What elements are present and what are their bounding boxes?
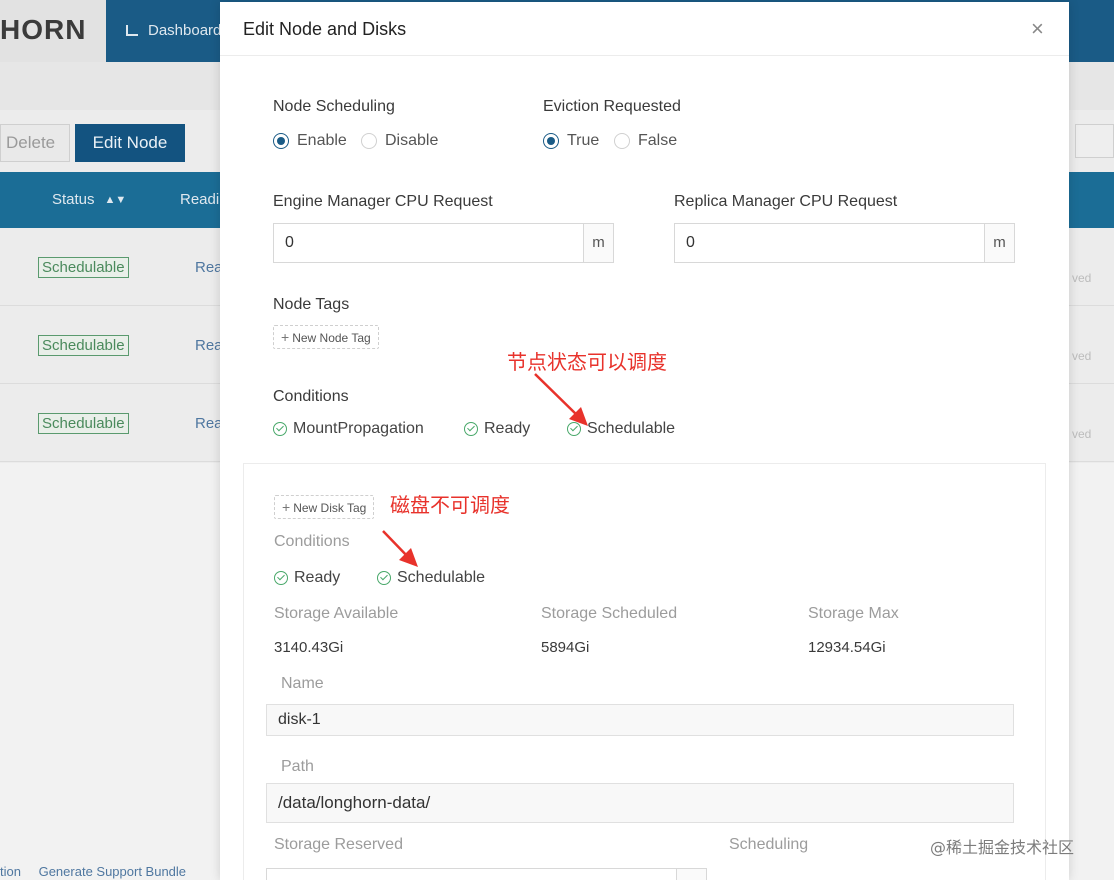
faded-cell: ved bbox=[1072, 349, 1092, 363]
storage-scheduled-label: Storage Scheduled bbox=[541, 605, 678, 622]
sort-icon: ▲▼ bbox=[104, 194, 127, 207]
status-badge: Schedulable bbox=[38, 335, 129, 356]
edit-node-button[interactable]: Edit Node bbox=[75, 124, 185, 162]
condition-schedulable: Schedulable bbox=[567, 420, 675, 438]
nav-item-label: Dashboard bbox=[148, 22, 222, 39]
new-disk-tag-button[interactable]: + New Disk Tag bbox=[274, 495, 375, 519]
radio-checked-icon bbox=[543, 133, 559, 149]
disk-condition-ready: Ready bbox=[274, 569, 340, 587]
check-circle-icon bbox=[567, 422, 581, 436]
footer-links: tion Generate Support Bundle bbox=[0, 864, 186, 879]
radio-unchecked-icon bbox=[614, 133, 630, 149]
storage-reserved-input-group bbox=[266, 868, 707, 880]
close-icon[interactable]: × bbox=[1031, 18, 1044, 40]
storage-available-value: 3140.43Gi bbox=[274, 639, 344, 656]
replica-cpu-unit: m bbox=[984, 223, 1015, 263]
faded-cell: ved bbox=[1072, 271, 1092, 285]
node-tags-label: Node Tags bbox=[273, 296, 350, 313]
generate-support-bundle-link[interactable]: Generate Support Bundle bbox=[39, 864, 186, 879]
nav-item-dashboard[interactable]: Dashboard bbox=[126, 22, 221, 39]
storage-reserved-label: Storage Reserved bbox=[274, 836, 403, 853]
annotation-disk-unschedulable: 磁盘不可调度 bbox=[390, 493, 510, 517]
engine-cpu-unit: m bbox=[583, 223, 614, 263]
column-header-status[interactable]: Status ▲▼ bbox=[52, 191, 126, 208]
engine-cpu-label: Engine Manager CPU Request bbox=[273, 193, 493, 210]
ready-link[interactable]: Rea bbox=[195, 337, 223, 354]
node-conditions-label: Conditions bbox=[273, 388, 349, 405]
delete-button[interactable]: Delete bbox=[0, 124, 70, 162]
replica-cpu-label: Replica Manager CPU Request bbox=[674, 193, 898, 210]
plus-icon: + bbox=[281, 329, 290, 345]
condition-ready: Ready bbox=[464, 420, 530, 438]
condition-mount-propagation: MountPropagation bbox=[273, 420, 424, 438]
check-circle-icon bbox=[274, 571, 288, 585]
disk-path-input[interactable]: /data/longhorn-data/ bbox=[266, 783, 1014, 823]
faded-cell: ved bbox=[1072, 427, 1092, 441]
disk-name-label: Name bbox=[281, 675, 324, 692]
node-scheduling-label: Node Scheduling bbox=[273, 98, 395, 115]
column-header-ready[interactable]: Readi bbox=[180, 191, 219, 208]
radio-checked-icon bbox=[273, 133, 289, 149]
status-badge: Schedulable bbox=[38, 413, 129, 434]
storage-scheduled-value: 5894Gi bbox=[541, 639, 590, 656]
engine-cpu-input[interactable]: 0 bbox=[273, 223, 583, 263]
disk-panel: + New Disk Tag Conditions Ready Schedulab… bbox=[243, 463, 1046, 880]
new-node-tag-button[interactable]: + New Node Tag bbox=[273, 325, 379, 349]
eviction-requested-label: Eviction Requested bbox=[543, 98, 681, 115]
check-circle-icon bbox=[377, 571, 391, 585]
disk-scheduling-label: Scheduling bbox=[729, 836, 809, 853]
disk-name-input[interactable]: disk-1 bbox=[266, 704, 1014, 736]
eviction-false-radio[interactable]: False bbox=[614, 132, 677, 150]
storage-available-label: Storage Available bbox=[274, 605, 399, 622]
eviction-true-radio[interactable]: True bbox=[543, 132, 599, 150]
app-logo: HORN bbox=[0, 14, 87, 45]
edit-node-modal: Edit Node and Disks × Node Scheduling En… bbox=[220, 2, 1069, 880]
toolbar-search-box[interactable] bbox=[1075, 124, 1114, 158]
ready-link[interactable]: Rea bbox=[195, 259, 223, 276]
watermark: @稀土掘金技术社区 bbox=[930, 838, 1075, 857]
node-scheduling-disable-radio[interactable]: Disable bbox=[361, 132, 438, 150]
replica-cpu-input[interactable]: 0 bbox=[674, 223, 984, 263]
ready-link[interactable]: Rea bbox=[195, 415, 223, 432]
check-circle-icon bbox=[464, 422, 478, 436]
radio-unchecked-icon bbox=[361, 133, 377, 149]
storage-max-value: 12934.54Gi bbox=[808, 639, 886, 656]
node-scheduling-enable-radio[interactable]: Enable bbox=[273, 132, 347, 150]
annotation-node-schedulable: 节点状态可以调度 bbox=[507, 350, 667, 374]
disk-condition-schedulable: Schedulable bbox=[377, 569, 485, 587]
footer-link[interactable]: tion bbox=[0, 864, 21, 879]
modal-title: Edit Node and Disks bbox=[243, 19, 407, 39]
disk-conditions-label: Conditions bbox=[274, 533, 350, 550]
check-circle-icon bbox=[273, 422, 287, 436]
storage-reserved-input[interactable] bbox=[266, 868, 676, 880]
engine-cpu-input-group: 0 m bbox=[273, 223, 614, 263]
replica-cpu-input-group: 0 m bbox=[674, 223, 1015, 263]
disk-path-label: Path bbox=[281, 758, 314, 775]
modal-header: Edit Node and Disks × bbox=[220, 2, 1069, 56]
storage-max-label: Storage Max bbox=[808, 605, 899, 622]
storage-reserved-unit bbox=[676, 868, 707, 880]
status-badge: Schedulable bbox=[38, 257, 129, 278]
plus-icon: + bbox=[282, 499, 291, 515]
bar-chart-icon bbox=[126, 25, 138, 36]
